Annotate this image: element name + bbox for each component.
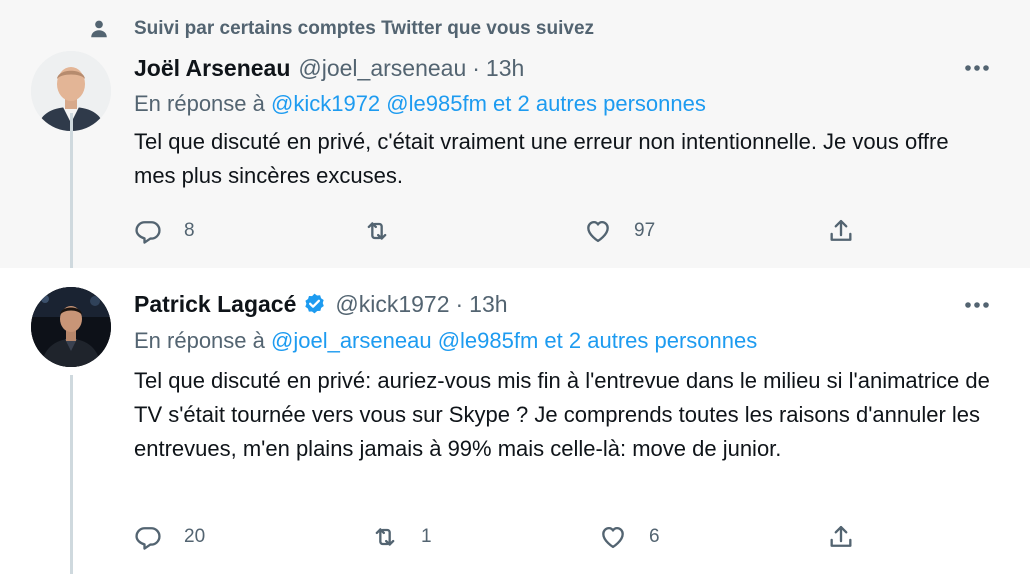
share-icon xyxy=(830,219,852,241)
thread-line xyxy=(70,113,73,274)
retweet-button[interactable]: 1 xyxy=(371,517,432,557)
like-button[interactable]: 6 xyxy=(599,517,660,557)
share-icon xyxy=(830,525,852,547)
tweet-text: Tel que discuté en privé: auriez-vous mi… xyxy=(134,368,990,461)
retweet-button[interactable] xyxy=(363,211,413,251)
author-handle[interactable]: @kick1972 xyxy=(335,291,449,318)
heart-icon xyxy=(587,220,609,243)
reply-prefix: En réponse à xyxy=(134,328,265,353)
retweet-icon xyxy=(367,222,387,240)
avatar-image xyxy=(31,287,111,367)
separator: · xyxy=(472,54,480,81)
timestamp[interactable]: 13h xyxy=(469,291,507,318)
others-link[interactable]: et 2 autres personnes xyxy=(493,91,706,116)
author-handle[interactable]: @joel_arseneau xyxy=(298,55,466,82)
more-icon xyxy=(965,65,989,71)
heart-icon xyxy=(602,526,624,549)
mention-link[interactable]: @le985fm xyxy=(386,91,487,116)
author-name[interactable]: Joël Arseneau xyxy=(134,55,290,82)
share-button[interactable] xyxy=(827,211,855,251)
reply-context: En réponse à @kick1972 @le985fm et 2 aut… xyxy=(134,91,706,121)
more-options-button[interactable] xyxy=(962,290,992,320)
tweet-header: Patrick Lagacé @kick1972 · 13h xyxy=(134,288,508,320)
social-context-text: Suivi par certains comptes Twitter que v… xyxy=(134,18,595,39)
avatar[interactable] xyxy=(31,287,111,367)
reply-icon xyxy=(135,221,161,244)
tweet-joel-arseneau[interactable]: Suivi par certains comptes Twitter que v… xyxy=(0,0,1030,274)
tweet-header: Joël Arseneau @joel_arseneau · 13h xyxy=(134,52,524,84)
retweet-icon xyxy=(375,528,395,546)
verified-badge-icon xyxy=(305,293,325,313)
action-bar: 8 97 xyxy=(134,211,874,251)
timestamp[interactable]: 13h xyxy=(486,55,524,82)
like-count: 97 xyxy=(634,220,656,241)
reply-count: 20 xyxy=(184,526,206,547)
reply-button[interactable]: 20 xyxy=(134,517,205,557)
mention-link[interactable]: @joel_arseneau xyxy=(271,328,432,353)
more-options-button[interactable] xyxy=(962,53,992,83)
reply-button[interactable]: 8 xyxy=(134,211,195,251)
thread-line xyxy=(70,375,73,574)
author-name[interactable]: Patrick Lagacé xyxy=(134,291,296,318)
reply-count: 8 xyxy=(184,220,195,241)
share-button[interactable] xyxy=(827,517,855,557)
action-bar: 20 1 6 xyxy=(134,517,874,557)
tweet-text: Tel que discuté en privé, c'était vraime… xyxy=(134,129,949,188)
more-icon xyxy=(965,302,989,308)
retweet-count: 1 xyxy=(421,526,432,547)
mention-link[interactable]: @le985fm xyxy=(438,328,539,353)
mention-link[interactable]: @kick1972 xyxy=(271,91,380,116)
reply-context: En réponse à @joel_arseneau @le985fm et … xyxy=(134,328,757,358)
others-link[interactable]: et 2 autres personnes xyxy=(544,328,757,353)
reply-prefix: En réponse à xyxy=(134,91,265,116)
person-icon xyxy=(91,20,107,38)
separator: · xyxy=(455,290,464,317)
reply-icon xyxy=(135,527,161,550)
like-count: 6 xyxy=(649,526,660,547)
like-button[interactable]: 97 xyxy=(584,211,655,251)
